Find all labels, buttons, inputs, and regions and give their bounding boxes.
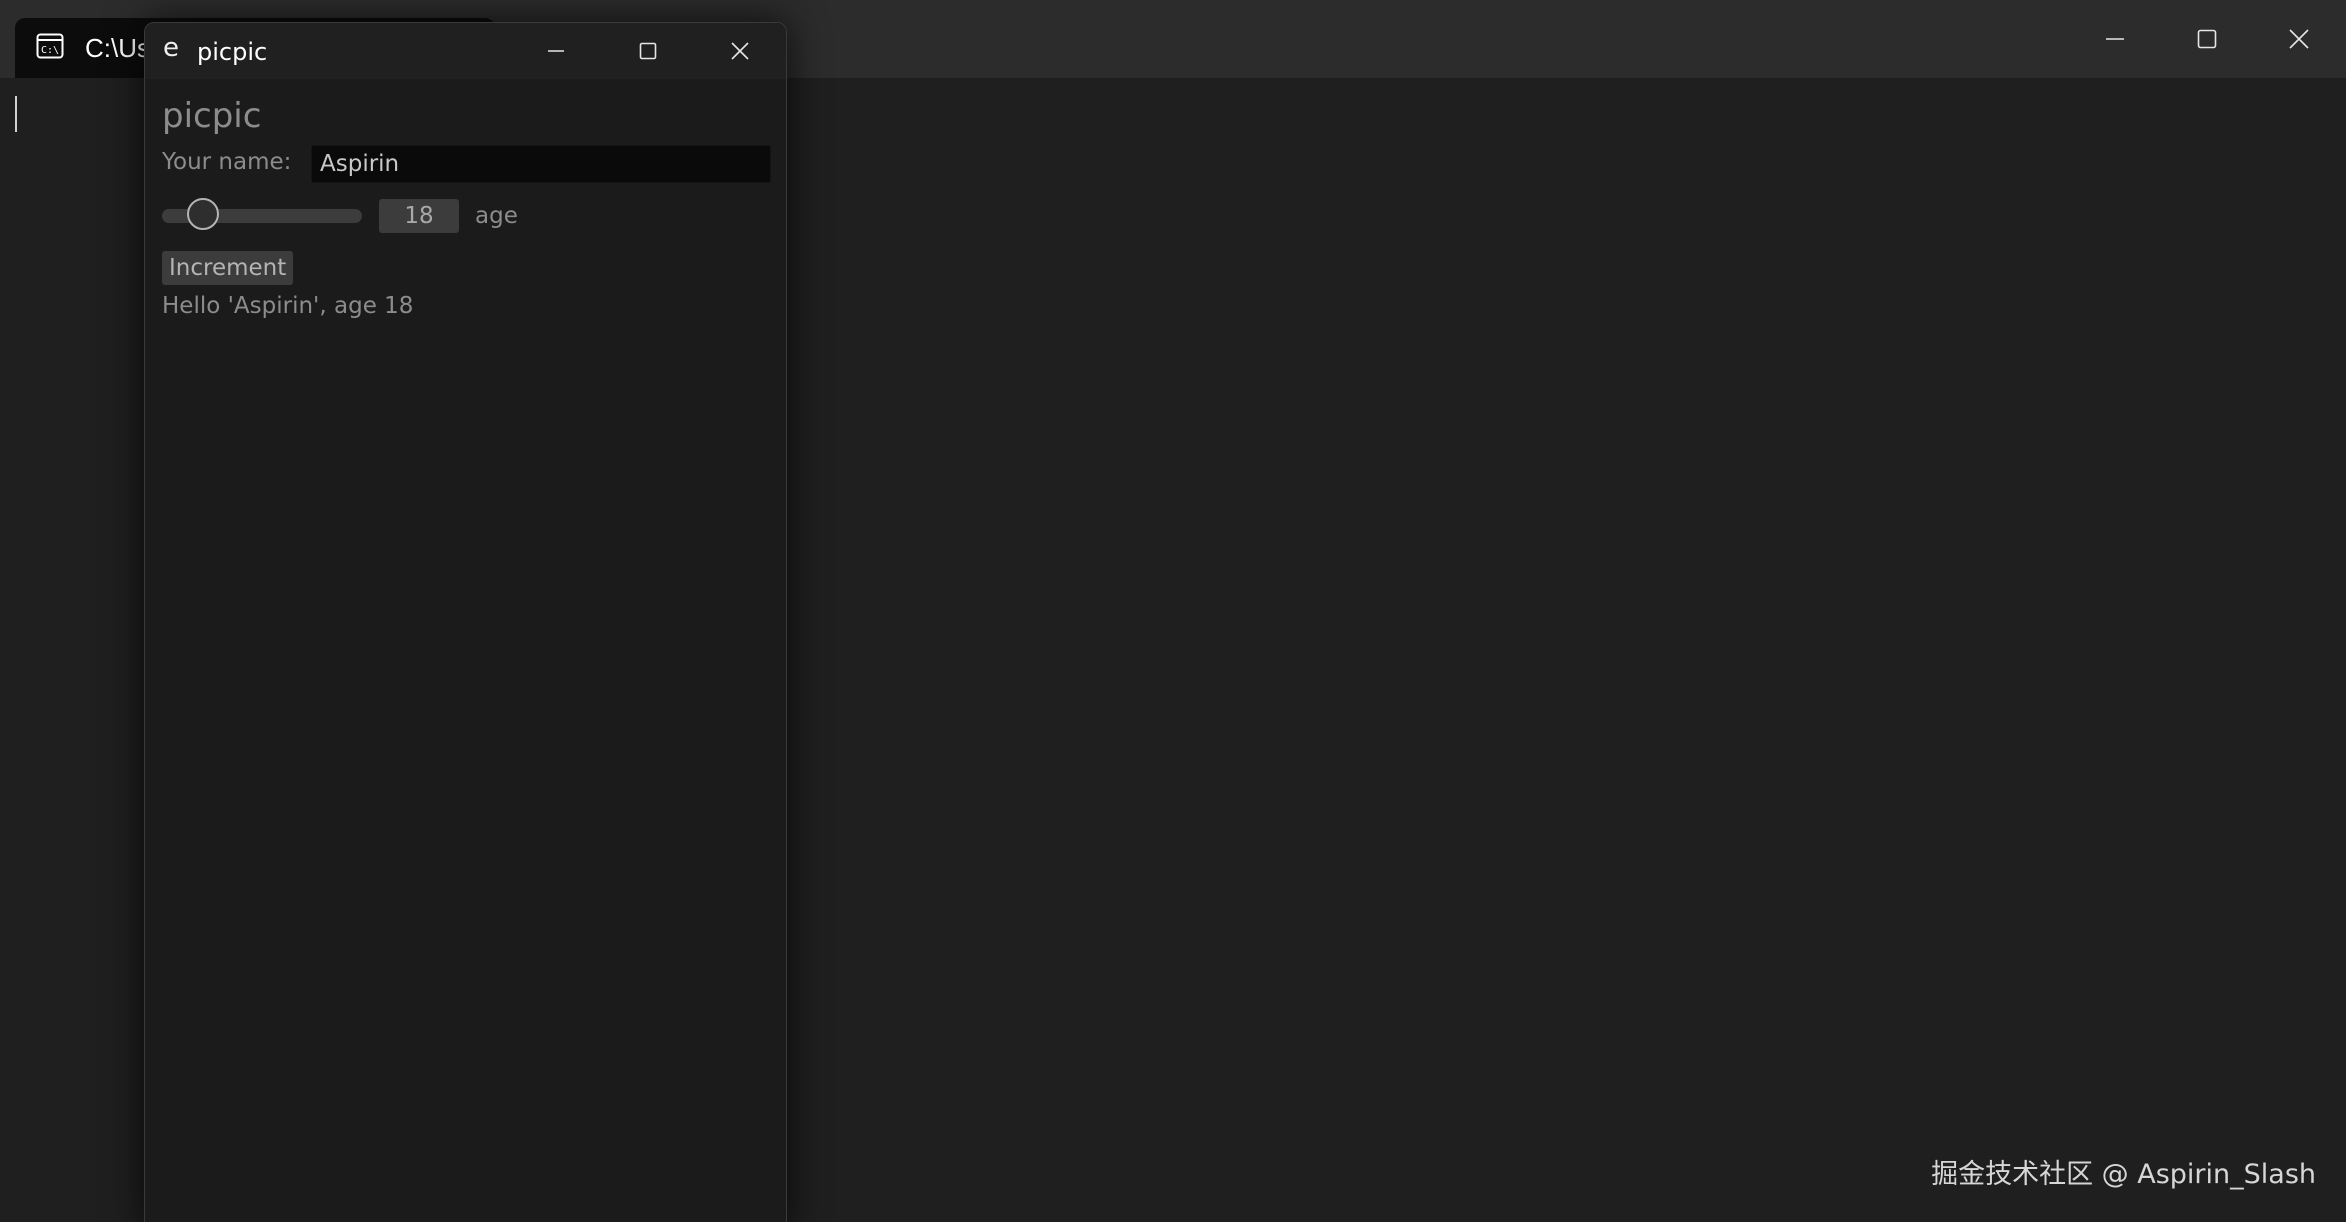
terminal-tab-title: C:\Us <box>85 33 150 63</box>
app-titlebar[interactable]: e picpic <box>145 23 786 79</box>
watermark: 掘金技术社区 @ Aspirin_Slash <box>1931 1159 2316 1190</box>
close-icon <box>2289 29 2309 49</box>
increment-button[interactable]: Increment <box>162 251 294 285</box>
slider-thumb[interactable] <box>187 198 220 230</box>
svg-text:C:\: C:\ <box>41 45 59 56</box>
age-label: age <box>475 203 518 229</box>
app-heading: picpic <box>162 96 262 136</box>
maximize-icon <box>2197 29 2217 49</box>
minimize-icon <box>2106 38 2124 40</box>
maximize-icon <box>639 42 657 60</box>
window-title: picpic <box>197 38 268 66</box>
greeting-text: Hello 'Aspirin', age 18 <box>162 293 414 319</box>
minimize-icon <box>548 50 564 52</box>
picpic-window: e picpic picpic Your name: Aspirin 18 ag… <box>144 22 787 1222</box>
terminal-minimize-button[interactable] <box>2070 10 2160 68</box>
terminal-maximize-button[interactable] <box>2162 10 2252 68</box>
close-button[interactable] <box>694 23 786 79</box>
age-value-field[interactable]: 18 <box>379 199 459 233</box>
minimize-button[interactable] <box>510 23 602 79</box>
app-icon: e <box>163 33 179 63</box>
terminal-close-button[interactable] <box>2254 10 2344 68</box>
close-icon <box>731 42 749 60</box>
name-input[interactable] <box>311 145 771 183</box>
desktop: C:\ C:\Us 掘金技术社区 @ Aspirin_Slash e picpi… <box>0 0 2346 1222</box>
age-slider[interactable] <box>162 197 362 233</box>
text-cursor <box>15 96 17 132</box>
central-panel: picpic Your name: 18 age Increment Hello… <box>145 79 786 1222</box>
maximize-button[interactable] <box>602 23 694 79</box>
name-label: Your name: <box>162 149 292 175</box>
terminal-icon: C:\ <box>36 33 64 59</box>
